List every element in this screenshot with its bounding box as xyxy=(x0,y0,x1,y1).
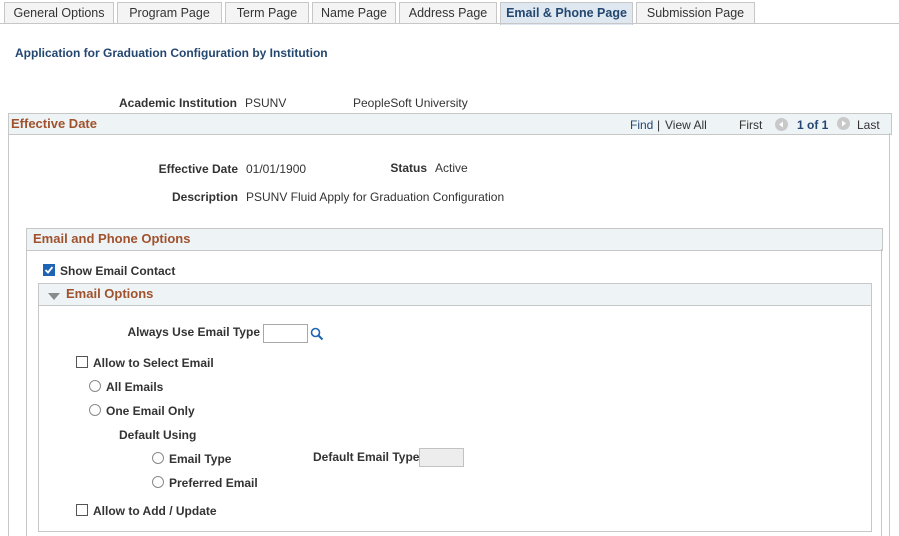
email-type-radio[interactable] xyxy=(152,452,164,464)
one-email-only-label: One Email Only xyxy=(106,404,195,418)
previous-icon[interactable] xyxy=(775,118,788,131)
view-all-link[interactable]: View All xyxy=(665,118,707,132)
show-email-contact-label: Show Email Contact xyxy=(60,264,176,278)
preferred-email-radio[interactable] xyxy=(152,476,164,488)
row-count: 1 of 1 xyxy=(797,118,829,132)
tab-email-phone-page[interactable]: Email & Phone Page xyxy=(500,2,633,25)
page-title: Application for Graduation Configuration… xyxy=(15,46,328,60)
institution-code: PSUNV xyxy=(245,96,287,110)
tab-underline xyxy=(0,23,899,24)
default-email-type-label: Default Email Type xyxy=(313,450,420,464)
email-options-title: Email Options xyxy=(66,286,154,301)
always-use-email-type-label: Always Use Email Type xyxy=(127,325,260,339)
tab-program-page[interactable]: Program Page xyxy=(117,2,222,24)
tab-general-options[interactable]: General Options xyxy=(4,2,114,24)
email-options-box xyxy=(38,305,872,532)
collapse-triangle-icon[interactable] xyxy=(48,290,60,304)
email-phone-box-left xyxy=(26,249,27,536)
find-link[interactable]: Find xyxy=(630,118,653,132)
description-label: Description xyxy=(171,190,238,204)
effective-date-title: Effective Date xyxy=(11,116,97,131)
email-phone-box-right xyxy=(881,249,882,536)
first-link[interactable]: First xyxy=(739,118,762,132)
allow-select-email-label: Allow to Select Email xyxy=(93,356,214,370)
allow-select-email-checkbox[interactable] xyxy=(76,356,88,368)
all-emails-label: All Emails xyxy=(106,380,164,394)
tab-address-page[interactable]: Address Page xyxy=(399,2,497,24)
effective-date-value: 01/01/1900 xyxy=(246,162,307,176)
default-email-type-input xyxy=(419,448,464,467)
email-type-label: Email Type xyxy=(169,452,232,466)
email-phone-options-title: Email and Phone Options xyxy=(33,231,191,246)
effective-date-box-right xyxy=(889,133,890,536)
effective-date-label: Effective Date xyxy=(158,162,238,176)
preferred-email-label: Preferred Email xyxy=(169,476,258,490)
tab-term-page[interactable]: Term Page xyxy=(225,2,309,24)
status-value: Active xyxy=(435,161,468,175)
all-emails-radio[interactable] xyxy=(89,380,101,392)
effective-date-box-left xyxy=(8,133,9,536)
one-email-only-radio[interactable] xyxy=(89,404,101,416)
always-use-email-type-input[interactable] xyxy=(263,324,308,343)
email-options-header[interactable] xyxy=(38,283,872,306)
nav-separator: | xyxy=(657,118,661,132)
allow-add-update-label: Allow to Add / Update xyxy=(93,504,217,518)
next-icon[interactable] xyxy=(837,117,850,130)
tab-name-page[interactable]: Name Page xyxy=(312,2,396,24)
tab-submission-page[interactable]: Submission Page xyxy=(636,2,755,24)
search-icon[interactable] xyxy=(310,327,324,344)
show-email-contact-checkbox[interactable] xyxy=(43,264,55,276)
institution-name: PeopleSoft University xyxy=(353,96,468,110)
allow-add-update-checkbox[interactable] xyxy=(76,504,88,516)
last-link[interactable]: Last xyxy=(857,118,880,132)
institution-label: Academic Institution xyxy=(118,96,237,110)
status-label: Status xyxy=(390,161,427,175)
description-value: PSUNV Fluid Apply for Graduation Configu… xyxy=(246,190,505,204)
default-using-label: Default Using xyxy=(119,428,197,442)
